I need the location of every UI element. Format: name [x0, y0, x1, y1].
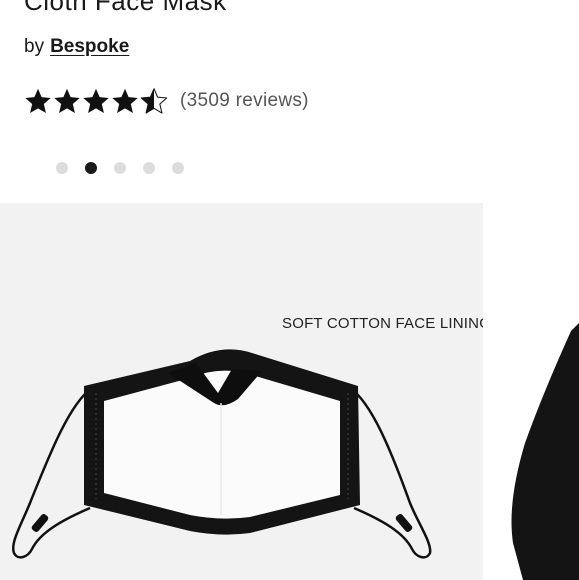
brand-byline: by Bespoke — [24, 35, 129, 59]
carousel-dot[interactable] — [143, 162, 155, 174]
rating-summary[interactable]: (3509 reviews) — [24, 86, 309, 116]
star-full-icon — [112, 88, 138, 114]
star-rating — [24, 87, 168, 115]
carousel-dot[interactable] — [56, 162, 68, 174]
brand-link[interactable]: Bespoke — [50, 36, 129, 57]
product-image-slide[interactable]: SOFT COTTON FACE LINING — [0, 203, 483, 580]
face-mask-illustration — [11, 349, 432, 559]
mask-partial-illustration — [511, 323, 579, 580]
product-title: Cloth Face Mask — [24, 0, 227, 16]
carousel-dot[interactable] — [114, 162, 126, 174]
carousel-pagination — [56, 162, 184, 174]
star-full-icon — [83, 88, 109, 114]
review-count-link[interactable]: (3509 reviews) — [180, 90, 309, 112]
carousel-dot-active[interactable] — [85, 162, 97, 174]
carousel-dot[interactable] — [172, 162, 184, 174]
star-full-icon — [25, 88, 51, 114]
star-half-icon — [140, 88, 168, 114]
by-label: by — [24, 36, 45, 57]
star-full-icon — [54, 88, 80, 114]
next-slide-preview[interactable] — [483, 203, 579, 580]
